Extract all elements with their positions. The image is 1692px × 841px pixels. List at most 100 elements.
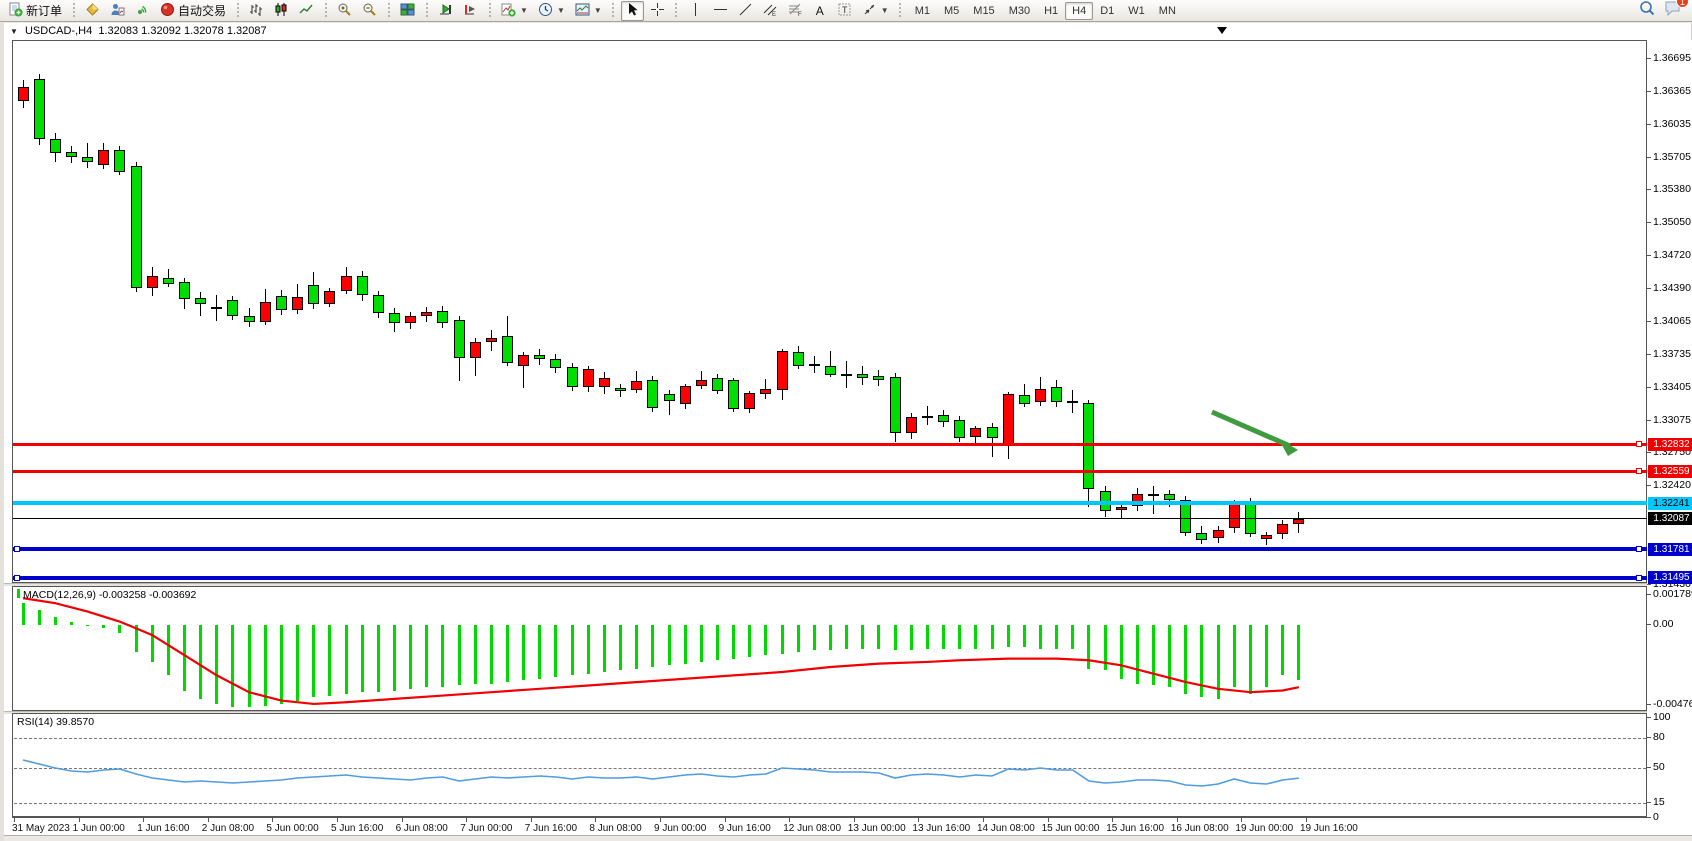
toolbar-separator [673, 3, 680, 19]
rsi-tick-label: 15 [1653, 796, 1665, 808]
fibonacci-icon: F [788, 2, 803, 20]
channel-tool-button[interactable]: E [759, 1, 782, 21]
timeframe-button-H1[interactable]: H1 [1037, 2, 1065, 20]
timeframe-button-H4[interactable]: H4 [1065, 2, 1093, 20]
bar-chart-icon [249, 2, 264, 20]
trendline-tool-button[interactable] [734, 1, 757, 21]
template-icon [575, 2, 590, 20]
time-axis-label: 2 Jun 08:00 [202, 823, 254, 834]
collapse-triangle-icon[interactable]: ▼ [10, 27, 18, 36]
toolbar-right: 1 [1639, 0, 1688, 22]
bar-chart-button[interactable] [245, 1, 268, 21]
time-axis-label: 19 Jun 16:00 [1300, 823, 1358, 834]
profile-button[interactable] [106, 1, 129, 21]
search-icon[interactable] [1639, 0, 1656, 22]
vertical-line-tool-button[interactable] [684, 1, 707, 21]
chart-shift-button[interactable] [459, 1, 482, 21]
autotrading-label: 自动交易 [178, 2, 226, 19]
indicators-button[interactable]: ▼ [497, 1, 532, 21]
time-tick-mark [1241, 818, 1242, 822]
time-axis-label: 8 Jun 08:00 [589, 823, 641, 834]
time-tick-mark [208, 818, 209, 822]
time-axis-label: 5 Jun 16:00 [331, 823, 383, 834]
symbol-title: USDCAD-,H4 [25, 25, 92, 37]
timeframe-button-M1[interactable]: M1 [908, 2, 937, 20]
time-axis-label: 13 Jun 00:00 [848, 823, 906, 834]
time-axis-label: 13 Jun 16:00 [912, 823, 970, 834]
line-chart-icon [299, 2, 314, 20]
arrows-icon [862, 2, 877, 20]
quote-open: 1.32083 [98, 25, 138, 37]
horizontal-line-icon [713, 2, 728, 20]
arrows-tool-button[interactable]: ▼ [858, 1, 893, 21]
time-tick-mark [79, 818, 80, 822]
zoom-in-button[interactable] [333, 1, 356, 21]
label-tool-button[interactable]: T [833, 1, 856, 21]
time-tick-mark [1112, 818, 1113, 822]
timeframe-button-M30[interactable]: M30 [1002, 2, 1037, 20]
time-axis-label: 15 Jun 00:00 [1042, 823, 1100, 834]
clock-icon [538, 2, 553, 20]
fibonacci-tool-button[interactable]: F [784, 1, 807, 21]
rsi-tick-label: 100 [1653, 711, 1671, 723]
time-axis-label: 16 Jun 08:00 [1171, 823, 1229, 834]
line-chart-button[interactable] [295, 1, 318, 21]
macd-tick-label: 0.001789 [1653, 588, 1692, 600]
zoom-out-icon [362, 2, 377, 20]
templates-button[interactable]: ▼ [571, 1, 606, 21]
time-tick-mark [789, 818, 790, 822]
time-axis-label: 19 Jun 00:00 [1235, 823, 1293, 834]
vertical-line-icon [688, 2, 703, 20]
signals-button[interactable] [131, 1, 154, 21]
time-axis-label: 5 Jun 00:00 [266, 823, 318, 834]
chart-shift-icon [463, 2, 478, 20]
time-axis-label: 6 Jun 08:00 [396, 823, 448, 834]
macd-histogram-key-icon [17, 589, 20, 598]
auto-scroll-button[interactable] [434, 1, 457, 21]
new-order-label: 新订单 [26, 2, 62, 19]
chart-window: ▼ USDCAD-,H4 1.32083 1.32092 1.32078 1.3… [0, 23, 1692, 841]
macd-signal-line [13, 587, 1648, 712]
new-order-button[interactable]: 新订单 [4, 1, 66, 21]
time-axis[interactable]: 31 May 20231 Jun 00:001 Jun 16:002 Jun 0… [12, 817, 1692, 836]
gold-diamond-icon [85, 2, 100, 20]
time-axis-label: 15 Jun 16:00 [1106, 823, 1164, 834]
periods-button[interactable]: ▼ [534, 1, 569, 21]
profile-icon [110, 2, 125, 20]
trend-arrow-annotation[interactable] [4, 40, 1692, 583]
toolbar-separator [322, 3, 329, 19]
toolbar-separator [423, 3, 430, 19]
macd-panel[interactable]: MACD(12,26,9) -0.003258 -0.003692 [12, 586, 1647, 711]
time-tick-mark [402, 818, 403, 822]
toolbar-separator [610, 3, 617, 19]
chart-shift-marker-icon[interactable] [1217, 27, 1227, 34]
horizontal-line-tool-button[interactable] [709, 1, 732, 21]
toolbar-separator [897, 3, 904, 19]
charts-menu-button[interactable] [81, 1, 104, 21]
rsi-line [13, 714, 1648, 818]
zoom-out-button[interactable] [358, 1, 381, 21]
toolbar-separator [70, 3, 77, 19]
timeframe-button-W1[interactable]: W1 [1121, 2, 1152, 20]
rsi-panel[interactable]: RSI(14) 39.8570 [12, 713, 1647, 817]
time-tick-mark [14, 818, 15, 822]
cursor-icon [625, 2, 640, 20]
quote-low: 1.32078 [184, 25, 224, 37]
chevron-down-icon: ▼ [594, 6, 602, 15]
chat-button[interactable]: 1 [1664, 0, 1682, 21]
autotrading-button[interactable]: 自动交易 [156, 1, 230, 21]
text-tool-button[interactable]: A [809, 1, 831, 21]
timeframe-button-D1[interactable]: D1 [1093, 2, 1121, 20]
timeframe-button-M15[interactable]: M15 [966, 2, 1001, 20]
candlestick-button[interactable] [270, 1, 293, 21]
svg-text:T: T [842, 5, 848, 15]
auto-scroll-icon [438, 2, 453, 20]
text-tool-icon: A [816, 4, 824, 18]
chevron-down-icon: ▼ [881, 6, 889, 15]
timeframe-button-MN[interactable]: MN [1152, 2, 1183, 20]
timeframe-button-M5[interactable]: M5 [937, 2, 966, 20]
crosshair-tool-button[interactable] [646, 1, 669, 21]
tile-windows-button[interactable] [396, 1, 419, 21]
svg-text:E: E [772, 12, 776, 17]
cursor-tool-button[interactable] [621, 1, 644, 21]
